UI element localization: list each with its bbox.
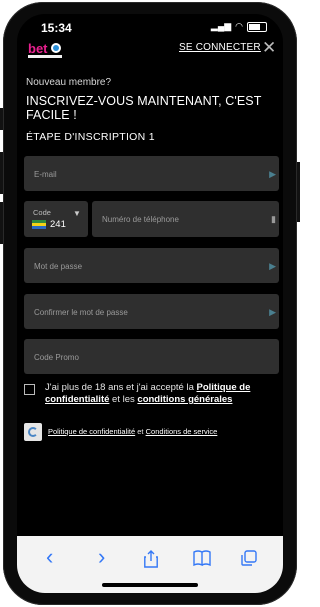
bookmarks-icon[interactable] [193, 550, 211, 566]
terms-link[interactable]: conditions générales [137, 394, 232, 405]
clock: 15:34 [41, 21, 72, 35]
autofill-icon: ▶ [269, 169, 276, 179]
notch [89, 14, 209, 38]
email-placeholder: E-mail [34, 170, 57, 179]
code-label: Code [33, 208, 51, 217]
recaptcha-privacy-link[interactable]: Politique de confidentialité [48, 427, 135, 436]
consent-prefix: J'ai plus de 18 ans et j'ai accepté la [45, 382, 194, 393]
recaptcha-terms-link[interactable]: Conditions de service [146, 427, 218, 436]
email-field[interactable]: E-mail ▶ [24, 156, 279, 191]
confirm-password-field[interactable]: Confirmer le mot de passe ▶ [24, 294, 279, 329]
volume-up-button [0, 152, 3, 194]
back-icon[interactable]: ‹ [46, 544, 53, 570]
mute-switch [0, 108, 3, 130]
top-bar: bet SE CONNECTER ✕ [17, 38, 283, 64]
contact-card-icon: ▮ [271, 214, 276, 224]
login-link[interactable]: SE CONNECTER [179, 42, 261, 53]
signal-icon: ▂▄▆ [210, 21, 232, 31]
power-button [297, 162, 300, 222]
phone-placeholder: Numéro de téléphone [102, 215, 179, 224]
logo-text: bet [28, 41, 48, 56]
age-terms-checkbox[interactable] [24, 384, 35, 395]
consent-and: et les [112, 394, 135, 405]
country-code-select[interactable]: Code 241 ▼ [24, 201, 88, 237]
browser-toolbar: ‹ › [17, 536, 283, 593]
autofill-icon: ▶ [269, 307, 276, 317]
confirm-password-placeholder: Confirmer le mot de passe [34, 308, 128, 317]
page-title: INSCRIVEZ-VOUS MAINTENANT, C'EST FACILE … [26, 94, 262, 122]
chevron-down-icon: ▼ [73, 209, 81, 218]
share-icon[interactable] [144, 550, 158, 568]
tabs-icon[interactable] [241, 550, 257, 566]
status-icons: ▂▄▆ ◠ [211, 21, 267, 32]
volume-down-button [0, 202, 3, 244]
promo-placeholder: Code Promo [34, 353, 79, 362]
forward-icon[interactable]: › [98, 544, 105, 570]
battery-icon [247, 21, 267, 32]
autofill-icon: ▶ [269, 261, 276, 271]
password-placeholder: Mot de passe [34, 262, 83, 271]
country-code-value: 241 [50, 219, 66, 230]
home-indicator [102, 583, 198, 587]
password-field[interactable]: Mot de passe ▶ [24, 248, 279, 283]
recaptcha-icon [24, 423, 42, 441]
gabon-flag-icon [32, 220, 46, 229]
recaptcha-and: et [137, 427, 144, 436]
recaptcha-text: Politique de confidentialité et Conditio… [48, 427, 217, 436]
step-label: ÉTAPE D'INSCRIPTION 1 [26, 131, 155, 143]
close-icon[interactable]: ✕ [262, 38, 276, 58]
wifi-icon: ◠ [235, 21, 243, 31]
status-bar: 15:34 ▂▄▆ ◠ [17, 14, 283, 38]
promo-code-field[interactable]: Code Promo [24, 339, 279, 374]
brand-logo[interactable]: bet [27, 40, 65, 60]
screen: 15:34 ▂▄▆ ◠ bet SE CONNECTER ✕ Nouveau m… [17, 14, 283, 593]
new-member-text: Nouveau membre? [26, 77, 112, 88]
phone-field[interactable]: Numéro de téléphone ▮ [92, 201, 279, 237]
phone-frame: 15:34 ▂▄▆ ◠ bet SE CONNECTER ✕ Nouveau m… [0, 2, 300, 605]
recaptcha-notice: Politique de confidentialité et Conditio… [24, 423, 276, 443]
consent-text: J'ai plus de 18 ans et j'ai accepté la P… [45, 382, 281, 406]
